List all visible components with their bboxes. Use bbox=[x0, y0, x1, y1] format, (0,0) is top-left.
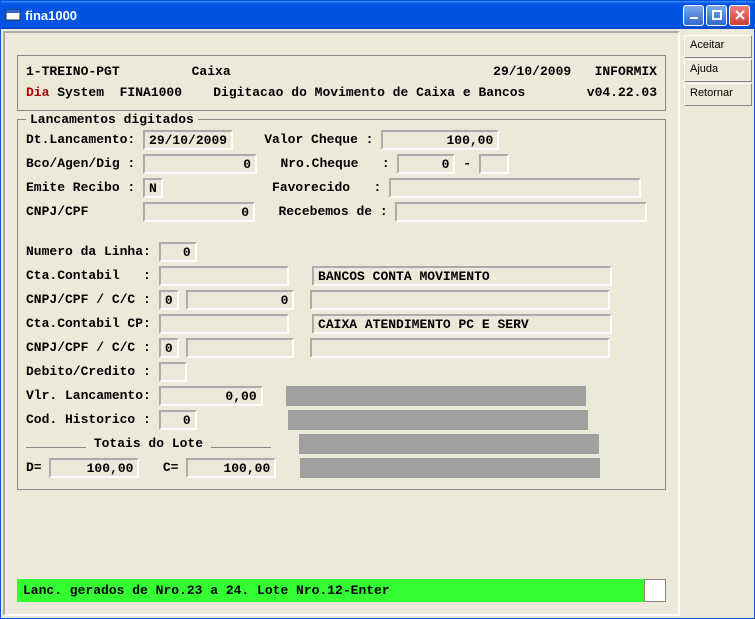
nro-dash: - bbox=[463, 156, 471, 171]
titlebar: fina1000 bbox=[1, 1, 754, 29]
dia-label: Dia bbox=[26, 83, 49, 104]
cnpj-cc2-label: CNPJ/CPF / C/C : bbox=[26, 340, 151, 355]
vlr-lancamento-input[interactable]: 0,00 bbox=[159, 386, 263, 406]
recebemos-input[interactable] bbox=[395, 202, 647, 222]
nro-cheque-input[interactable]: 0 bbox=[397, 154, 455, 174]
system-label: System FINA1000 bbox=[49, 83, 182, 104]
recebemos-label: Recebemos de : bbox=[278, 204, 387, 219]
retornar-button[interactable]: Retornar bbox=[684, 83, 752, 106]
status-text: Lanc. gerados de Nro.23 a 24. Lote Nro.1… bbox=[17, 579, 644, 602]
db-label: INFORMIX bbox=[595, 62, 657, 83]
cod-historico-label: Cod. Historico : bbox=[26, 412, 151, 427]
app-icon bbox=[5, 7, 21, 23]
lancamentos-legend: Lancamentos digitados bbox=[26, 112, 198, 127]
numero-linha-input[interactable]: 0 bbox=[159, 242, 197, 262]
cta-contabil-input[interactable] bbox=[159, 266, 289, 286]
valor-cheque-label: Valor Cheque : bbox=[264, 132, 373, 147]
hist-gray-1 bbox=[288, 410, 588, 430]
cnpj-cpf-input[interactable]: 0 bbox=[143, 202, 255, 222]
c-label: C= bbox=[163, 460, 179, 475]
org-label: 1-TREINO-PGT bbox=[26, 62, 120, 83]
favorecido-label: Favorecido : bbox=[272, 180, 381, 195]
dt-lancamento-label: Dt.Lancamento: bbox=[26, 132, 135, 147]
window-title: fina1000 bbox=[25, 8, 683, 23]
emite-recibo-input[interactable]: N bbox=[143, 178, 163, 198]
cnpj-cc-desc bbox=[310, 290, 610, 310]
cta-contabil-cp-label: Cta.Contabil CP: bbox=[26, 316, 151, 331]
dt-lancamento-input[interactable]: 29/10/2009 bbox=[143, 130, 233, 150]
debito-credito-input[interactable] bbox=[159, 362, 187, 382]
cnpj-cc2-b-input[interactable] bbox=[186, 338, 294, 358]
cnpj-cc-a-input[interactable]: 0 bbox=[159, 290, 179, 310]
bco-agen-input[interactable]: 0 bbox=[143, 154, 257, 174]
version-label: v04.22.03 bbox=[587, 83, 657, 104]
maximize-button[interactable] bbox=[706, 5, 727, 26]
module-label: Caixa bbox=[192, 62, 231, 83]
c-input[interactable]: 100,00 bbox=[186, 458, 276, 478]
cta-contabil-cp-input[interactable] bbox=[159, 314, 289, 334]
status-box bbox=[644, 579, 666, 602]
cnpj-cc-b-input[interactable]: 0 bbox=[186, 290, 294, 310]
numero-linha-label: Numero da Linha: bbox=[26, 244, 151, 259]
cta-contabil-desc: BANCOS CONTA MOVIMENTO bbox=[312, 266, 612, 286]
cnpj-cpf-label: CNPJ/CPF bbox=[26, 204, 88, 219]
cnpj-cc-label: CNPJ/CPF / C/C : bbox=[26, 292, 151, 307]
close-button[interactable] bbox=[729, 5, 750, 26]
emite-recibo-label: Emite Recibo : bbox=[26, 180, 135, 195]
cod-historico-input[interactable]: 0 bbox=[159, 410, 197, 430]
main-panel: 1-TREINO-PGT Caixa 29/10/2009 INFORMIX D… bbox=[3, 31, 680, 616]
vlr-gray-1 bbox=[286, 386, 586, 406]
debito-credito-label: Debito/Credito : bbox=[26, 364, 151, 379]
status-bar: Lanc. gerados de Nro.23 a 24. Lote Nro.1… bbox=[17, 579, 666, 602]
dc-gray-1 bbox=[300, 458, 600, 478]
totais-gray-1 bbox=[299, 434, 599, 454]
lancamentos-group: Lancamentos digitados Dt.Lancamento: 29/… bbox=[17, 119, 666, 490]
ajuda-button[interactable]: Ajuda bbox=[684, 59, 752, 82]
totais-lote-label: Totais do Lote bbox=[94, 436, 203, 451]
header-block: 1-TREINO-PGT Caixa 29/10/2009 INFORMIX D… bbox=[17, 55, 666, 111]
cta-contabil-label: Cta.Contabil : bbox=[26, 268, 151, 283]
side-panel: Aceitar Ajuda Retornar bbox=[684, 31, 752, 616]
cta-contabil-cp-desc: CAIXA ATENDIMENTO PC E SERV bbox=[312, 314, 612, 334]
nro-cheque-label: Nro.Cheque : bbox=[280, 156, 389, 171]
header-date: 29/10/2009 bbox=[493, 62, 571, 83]
cnpj-cc2-a-input[interactable]: 0 bbox=[159, 338, 179, 358]
aceitar-button[interactable]: Aceitar bbox=[684, 35, 752, 58]
main-window: fina1000 1-TREINO-PGT Caixa 29/10/2009 bbox=[0, 0, 755, 619]
bco-agen-label: Bco/Agen/Dig : bbox=[26, 156, 135, 171]
subtitle-label: Digitacao do Movimento de Caixa e Bancos bbox=[213, 83, 525, 104]
valor-cheque-input[interactable]: 100,00 bbox=[381, 130, 499, 150]
minimize-button[interactable] bbox=[683, 5, 704, 26]
d-label: D= bbox=[26, 460, 42, 475]
d-input[interactable]: 100,00 bbox=[49, 458, 139, 478]
vlr-lancamento-label: Vlr. Lancamento: bbox=[26, 388, 151, 403]
favorecido-input[interactable] bbox=[389, 178, 641, 198]
cnpj-cc2-desc bbox=[310, 338, 610, 358]
nro-cheque-suffix-input[interactable] bbox=[479, 154, 509, 174]
